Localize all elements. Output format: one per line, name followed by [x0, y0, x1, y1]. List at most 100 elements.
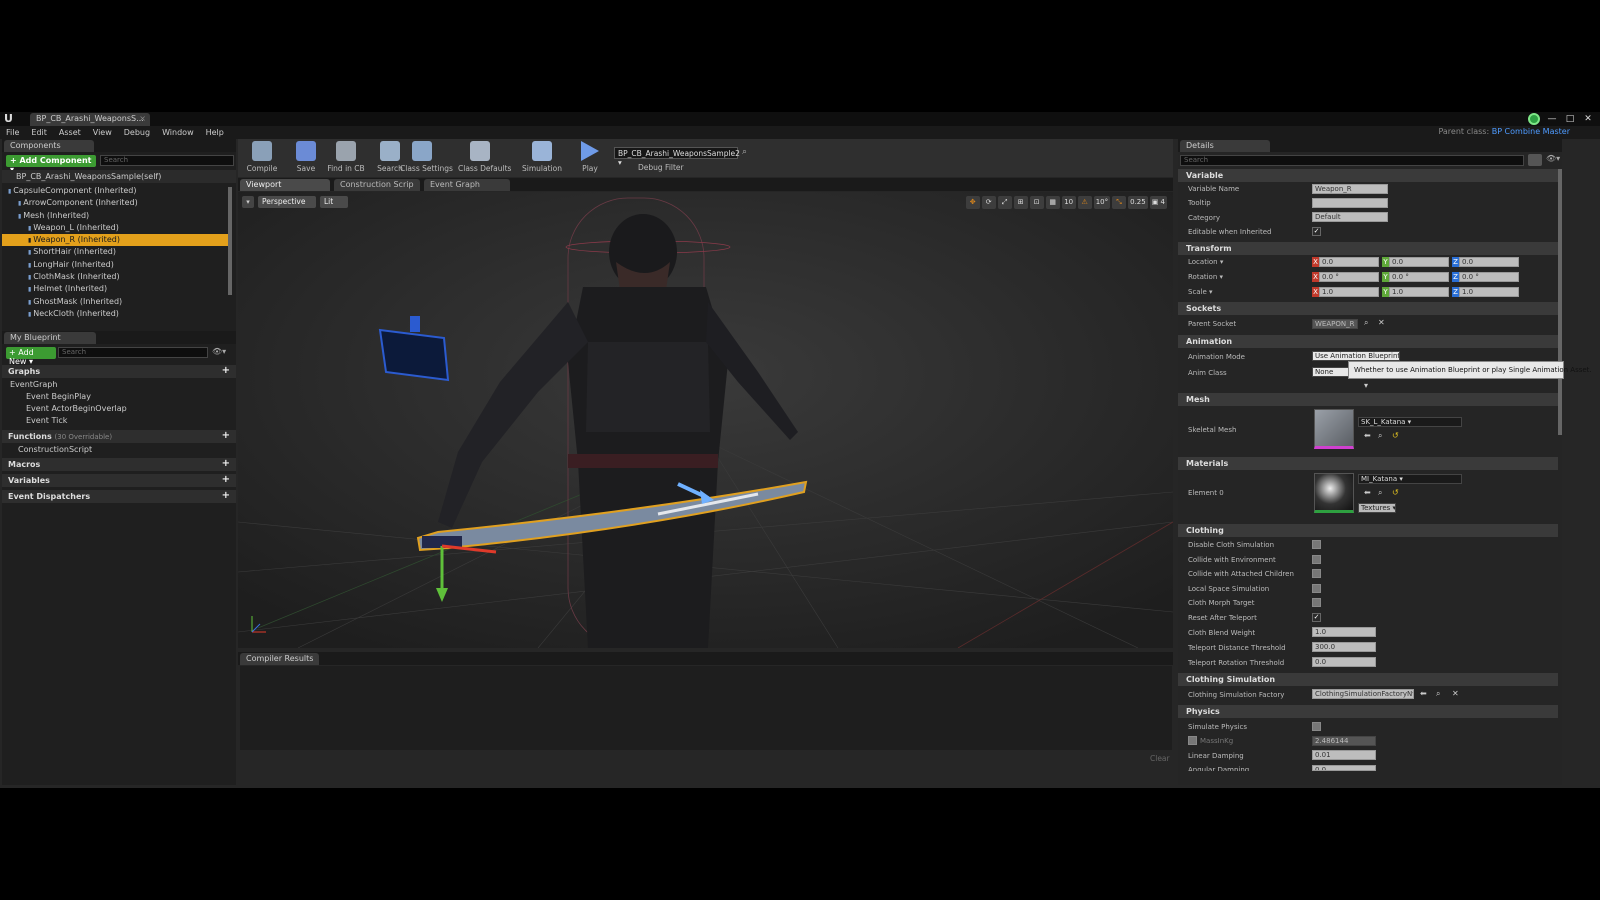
- camera-speed-button[interactable]: ▣ 4: [1149, 196, 1167, 209]
- physics-category[interactable]: Physics: [1178, 705, 1558, 718]
- details-search-input[interactable]: Search: [1180, 155, 1524, 166]
- teleport-rotation-input[interactable]: 0.0: [1312, 657, 1376, 667]
- editable-inherited-checkbox[interactable]: ✓: [1312, 227, 1321, 236]
- clear-factory-icon[interactable]: ✕: [1452, 689, 1459, 698]
- scale-z-input[interactable]: 1.0: [1459, 287, 1519, 297]
- clothing-option-checkbox[interactable]: [1312, 583, 1321, 593]
- add-macro-icon[interactable]: +: [222, 459, 230, 469]
- clothing-option-checkbox[interactable]: [1312, 554, 1321, 564]
- scale-tool-icon[interactable]: ⤢: [997, 196, 1012, 209]
- toolbar-button-save[interactable]: Save: [284, 141, 328, 175]
- location-label[interactable]: Location ▾: [1188, 257, 1223, 267]
- textures-dropdown[interactable]: Textures ▾: [1358, 503, 1396, 513]
- animation-category[interactable]: Animation: [1178, 335, 1558, 348]
- translate-tool-icon[interactable]: ✥: [965, 196, 980, 209]
- clothing-sim-factory-select[interactable]: ClothingSimulationFactoryNv ▾: [1312, 689, 1414, 699]
- use-selected-factory-icon[interactable]: ⬅: [1420, 689, 1427, 698]
- clear-socket-icon[interactable]: ✕: [1378, 318, 1385, 327]
- scale-snap-value[interactable]: 0.25: [1128, 196, 1148, 209]
- details-scrollbar[interactable]: [1558, 169, 1562, 435]
- mesh-thumbnail[interactable]: [1314, 409, 1354, 449]
- animation-mode-select[interactable]: Use Animation Blueprint ▾: [1312, 351, 1400, 361]
- menu-edit[interactable]: Edit: [31, 128, 47, 137]
- location-x-input[interactable]: 0.0: [1319, 257, 1379, 267]
- angular-damping-input[interactable]: 0.0: [1312, 765, 1376, 771]
- menu-help[interactable]: Help: [206, 128, 224, 137]
- menu-file[interactable]: File: [6, 128, 19, 137]
- parent-class-link[interactable]: BP Combine Master: [1492, 127, 1570, 136]
- materials-category[interactable]: Materials: [1178, 457, 1558, 470]
- view-options-icon[interactable]: 👁▾: [212, 347, 226, 356]
- rotation-x-input[interactable]: 0.0 °: [1319, 272, 1379, 282]
- add-new-button[interactable]: + Add New ▾: [6, 347, 56, 366]
- mesh-category[interactable]: Mesh: [1178, 393, 1558, 406]
- clothing-simulation-category[interactable]: Clothing Simulation: [1178, 673, 1558, 686]
- graph-item[interactable]: Event ActorBeginOverlap: [2, 403, 236, 415]
- clothing-option-checkbox[interactable]: ✓: [1312, 613, 1321, 622]
- components-scrollbar[interactable]: [228, 187, 232, 295]
- component-row[interactable]: ▮ NeckCloth (Inherited): [2, 308, 228, 320]
- component-row[interactable]: ▮ ShortHair (Inherited): [2, 246, 228, 258]
- debug-object-select[interactable]: BP_CB_Arashi_WeaponsSample2 ▾: [614, 147, 740, 167]
- graph-item[interactable]: EventGraph: [2, 379, 236, 391]
- viewport-options-button[interactable]: ▾: [242, 196, 254, 208]
- toolbar-button-class-settings[interactable]: Class Settings: [400, 141, 453, 175]
- components-search-input[interactable]: Search: [100, 155, 234, 166]
- location-y-input[interactable]: 0.0: [1389, 257, 1449, 267]
- variable-category[interactable]: Variable: [1178, 169, 1558, 182]
- tab-viewport[interactable]: Viewport: [240, 179, 330, 191]
- material-thumbnail[interactable]: [1314, 473, 1354, 513]
- clothing-category[interactable]: Clothing: [1178, 524, 1558, 537]
- grid-snap-icon[interactable]: ▦: [1045, 196, 1060, 209]
- rotate-tool-icon[interactable]: ⟳: [981, 196, 996, 209]
- parent-socket-value[interactable]: WEAPON_R: [1312, 319, 1358, 329]
- rotation-snap-icon[interactable]: ⚠: [1077, 196, 1092, 209]
- lit-button[interactable]: Lit: [320, 196, 348, 208]
- mass-input[interactable]: 2.486144: [1312, 736, 1376, 746]
- debug-search-icon[interactable]: ⌕: [742, 147, 747, 157]
- self-component-row[interactable]: BP_CB_Arashi_WeaponsSample(self): [2, 170, 236, 183]
- toolbar-button-simulation[interactable]: Simulation: [520, 141, 564, 175]
- browse-mesh-icon[interactable]: ⌕: [1378, 431, 1382, 441]
- component-row[interactable]: ▮ Mesh (Inherited): [2, 210, 228, 222]
- graph-item[interactable]: Event BeginPlay: [2, 391, 236, 403]
- menu-view[interactable]: View: [93, 128, 112, 137]
- browse-material-icon[interactable]: ⌕: [1378, 488, 1382, 498]
- add-variable-icon[interactable]: +: [222, 475, 230, 485]
- tab-construction-script[interactable]: Construction Scrip: [334, 179, 420, 191]
- toolbar-button-compile[interactable]: Compile: [240, 141, 284, 175]
- add-dispatcher-icon[interactable]: +: [222, 491, 230, 501]
- perspective-button[interactable]: Perspective: [258, 196, 316, 208]
- close-icon[interactable]: ×: [139, 114, 146, 123]
- minimize-button[interactable]: —: [1546, 114, 1558, 124]
- functions-section[interactable]: Functions (30 Overridable) +: [2, 430, 236, 443]
- macros-section[interactable]: Macros +: [2, 458, 236, 471]
- menu-asset[interactable]: Asset: [59, 128, 81, 137]
- tab-event-graph[interactable]: Event Graph: [424, 179, 510, 191]
- component-row[interactable]: ▮ LongHair (Inherited): [2, 259, 228, 271]
- scale-x-input[interactable]: 1.0: [1319, 287, 1379, 297]
- reset-material-icon[interactable]: ↺: [1392, 488, 1399, 497]
- component-row[interactable]: ▮ CapsuleComponent (Inherited): [2, 185, 228, 197]
- skeletal-mesh-select[interactable]: SK_L_Katana ▾: [1358, 417, 1462, 427]
- clear-button[interactable]: Clear: [1150, 754, 1170, 763]
- add-graph-icon[interactable]: +: [222, 366, 230, 376]
- clothing-option-checkbox[interactable]: [1312, 540, 1321, 549]
- event-dispatchers-section[interactable]: Event Dispatchers +: [2, 490, 236, 503]
- add-function-icon[interactable]: +: [222, 431, 230, 441]
- toolbar-button-play[interactable]: Play: [568, 141, 612, 175]
- clothing-option-checkbox[interactable]: [1312, 569, 1321, 579]
- tooltip-input[interactable]: [1312, 198, 1388, 208]
- category-select[interactable]: Default: [1312, 212, 1388, 222]
- function-item[interactable]: ConstructionScript: [2, 444, 236, 456]
- compiler-results-tab[interactable]: Compiler Results: [240, 653, 320, 665]
- document-tab[interactable]: BP_CB_Arashi_WeaponsS... ×: [30, 113, 150, 126]
- rotation-label[interactable]: Rotation ▾: [1188, 272, 1223, 282]
- component-row[interactable]: ▮ Weapon_L (Inherited): [2, 222, 228, 234]
- clothing-option-checkbox[interactable]: [1312, 598, 1321, 608]
- variable-name-input[interactable]: Weapon_R: [1312, 184, 1388, 194]
- toolbar-button-class-defaults[interactable]: Class Defaults: [458, 141, 511, 175]
- variables-section[interactable]: Variables +: [2, 474, 236, 487]
- component-row[interactable]: ▮ Weapon_R (Inherited): [2, 234, 228, 247]
- rotation-snap-value[interactable]: 10°: [1093, 196, 1111, 209]
